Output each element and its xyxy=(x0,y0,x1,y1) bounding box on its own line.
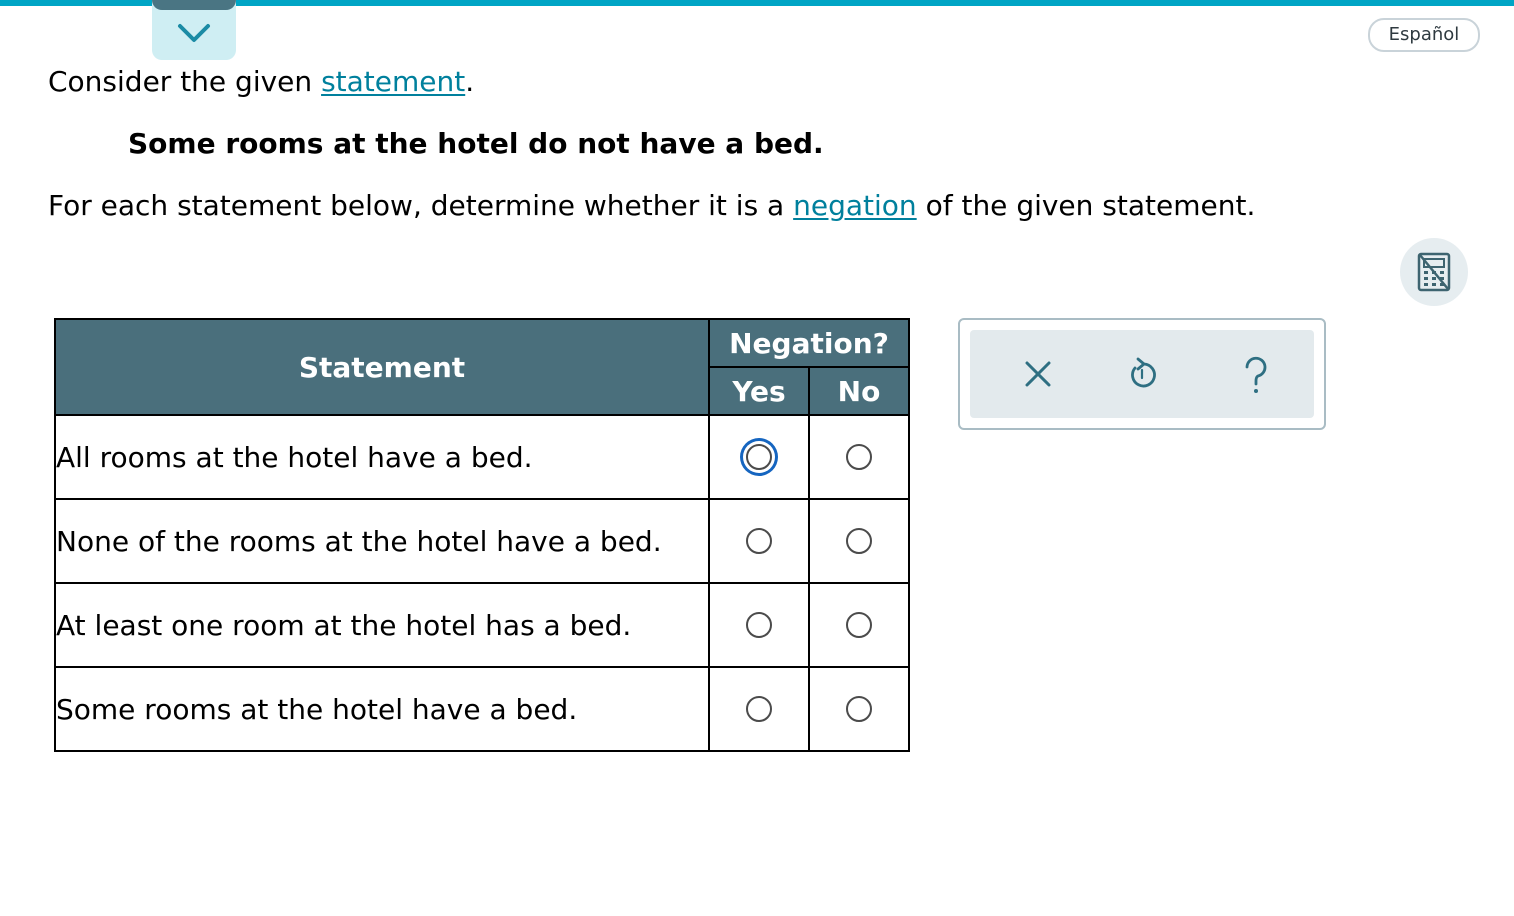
clear-button[interactable] xyxy=(1020,356,1056,392)
no-radio[interactable] xyxy=(846,696,872,722)
collapse-toggle-button[interactable] xyxy=(152,0,236,60)
no-column-header: No xyxy=(808,366,910,416)
answer-tools-panel xyxy=(958,318,1326,430)
statement-cell: At least one room at the hotel has a bed… xyxy=(54,582,710,668)
table-row: None of the rooms at the hotel have a be… xyxy=(54,498,910,584)
negation-column-header: Negation? xyxy=(708,318,910,368)
yes-radio[interactable] xyxy=(746,444,772,470)
intro-text: Consider the given statement. xyxy=(48,62,474,102)
no-cell xyxy=(808,414,910,500)
undo-button[interactable] xyxy=(1124,356,1160,392)
no-cell xyxy=(808,666,910,752)
chevron-down-icon xyxy=(178,24,210,42)
table-row: Some rooms at the hotel have a bed. xyxy=(54,666,910,752)
no-cell xyxy=(808,498,910,584)
table-row: All rooms at the hotel have a bed. xyxy=(54,414,910,500)
language-toggle-button[interactable]: Español xyxy=(1368,18,1480,52)
instruction-prefix: For each statement below, determine whet… xyxy=(48,189,794,222)
instruction-suffix: of the given statement. xyxy=(916,189,1256,222)
statement-cell: Some rooms at the hotel have a bed. xyxy=(54,666,710,752)
no-cell xyxy=(808,582,910,668)
yes-radio[interactable] xyxy=(746,696,772,722)
statement-definition-link[interactable]: statement xyxy=(321,65,465,98)
table-row: At least one room at the hotel has a bed… xyxy=(54,582,910,668)
yes-cell xyxy=(708,498,810,584)
no-radio[interactable] xyxy=(846,528,872,554)
statement-cell: None of the rooms at the hotel have a be… xyxy=(54,498,710,584)
intro-prefix: Consider the given xyxy=(48,65,322,98)
yes-cell xyxy=(708,666,810,752)
no-radio[interactable] xyxy=(846,444,872,470)
statement-cell: All rooms at the hotel have a bed. xyxy=(54,414,710,500)
calculator-button[interactable] xyxy=(1400,238,1468,306)
negation-table: Statement Negation? Yes No All rooms at … xyxy=(54,318,910,752)
answer-tools-bar xyxy=(970,330,1314,418)
negation-definition-link[interactable]: negation xyxy=(793,189,917,222)
help-icon xyxy=(1245,356,1267,393)
calculator-icon xyxy=(1417,252,1451,292)
intro-suffix: . xyxy=(465,65,475,98)
statement-column-header: Statement xyxy=(54,318,710,416)
yes-cell xyxy=(708,414,810,500)
yes-cell xyxy=(708,582,810,668)
no-radio[interactable] xyxy=(846,612,872,638)
instruction-text: For each statement below, determine whet… xyxy=(48,186,1255,226)
yes-radio[interactable] xyxy=(746,612,772,638)
given-statement: Some rooms at the hotel do not have a be… xyxy=(128,127,824,160)
undo-icon xyxy=(1131,357,1156,388)
yes-radio[interactable] xyxy=(746,528,772,554)
close-icon xyxy=(1025,361,1051,387)
help-button[interactable] xyxy=(1238,356,1274,393)
yes-column-header: Yes xyxy=(708,366,810,416)
